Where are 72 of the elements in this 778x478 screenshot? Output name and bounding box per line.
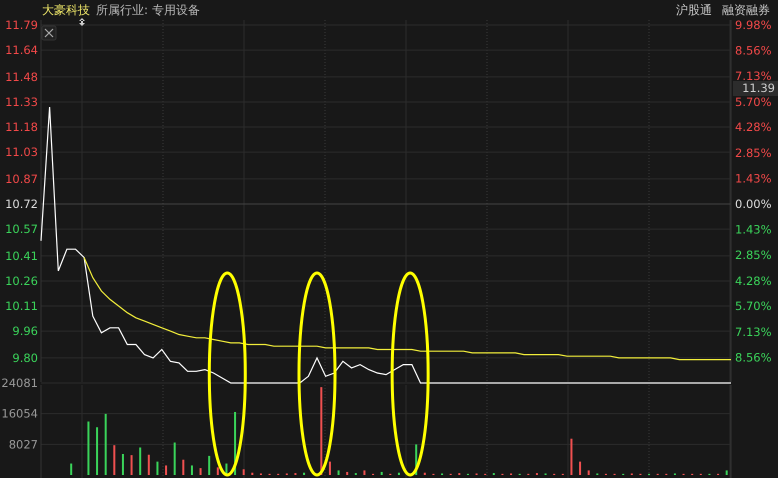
volume-bar	[726, 470, 728, 475]
volume-bar	[130, 455, 133, 475]
current-price-tag: 11.39	[733, 80, 778, 96]
percent-axis-label: 8.56%	[735, 43, 772, 58]
stock-name: 大豪科技	[42, 2, 90, 18]
volume-bar	[588, 470, 590, 475]
volume-bar	[96, 427, 98, 475]
percent-axis-label: 2.85%	[735, 248, 772, 262]
volume-bar	[190, 465, 193, 475]
volume-bar	[148, 454, 150, 475]
volume-bar	[570, 438, 572, 475]
volume-bar	[242, 469, 245, 475]
volume-bar	[398, 472, 400, 475]
volume-bar	[156, 462, 158, 475]
industry-label: 所属行业: 专用设备	[96, 2, 200, 18]
percent-axis-label: 1.43%	[735, 171, 772, 186]
volume-bar	[200, 468, 202, 475]
volume-bar	[104, 414, 107, 475]
volume-axis-label: 8027	[8, 437, 38, 452]
price-axis-label: 9.96	[12, 324, 38, 338]
volume-bar	[174, 442, 176, 475]
volume-bar	[303, 472, 306, 475]
price-axis-label: 9.80	[12, 350, 38, 365]
volume-bar	[216, 467, 219, 475]
price-axis-label: 10.26	[5, 274, 38, 288]
market-tag[interactable]: 融资融券	[722, 2, 770, 18]
volume-bar	[346, 472, 348, 475]
close-icon[interactable]	[42, 26, 56, 40]
price-axis-label: 11.18	[5, 120, 38, 134]
volume-bar	[234, 412, 236, 475]
price-axis-label: 11.64	[5, 43, 38, 58]
percent-axis-label: 0.00%	[735, 197, 772, 211]
percent-axis-label: 8.56%	[735, 350, 772, 365]
market-tag[interactable]: 沪股通	[676, 2, 712, 18]
percent-axis-label: 7.13%	[735, 69, 772, 84]
volume-bar	[328, 462, 331, 475]
volume-bar	[182, 460, 184, 475]
price-axis-label: 11.03	[5, 145, 38, 160]
price-axis-label: 11.33	[5, 94, 38, 109]
cursor-marker-icon[interactable]	[79, 18, 85, 26]
price-axis-label: 10.11	[5, 299, 38, 314]
percent-axis-label: 1.43%	[735, 222, 772, 237]
price-axis-label: 10.87	[5, 172, 38, 186]
volume-bar	[338, 470, 340, 475]
volume-bar	[225, 464, 228, 475]
price-axis-label: 10.72	[5, 197, 38, 211]
percent-axis-label: 2.85%	[735, 146, 772, 160]
volume-bar	[122, 454, 124, 475]
percent-axis-label: 4.28%	[735, 120, 772, 134]
volume-bar	[87, 422, 90, 475]
volume-bar	[579, 462, 582, 475]
volume-axis-label: 24081	[1, 376, 38, 390]
volume-bar	[251, 472, 254, 475]
volume-bar	[380, 472, 383, 475]
volume-bar	[415, 444, 418, 475]
volume-bar	[165, 465, 168, 475]
volume-bar	[70, 464, 72, 475]
price-axis-label: 11.79	[5, 18, 38, 32]
percent-axis-label: 5.70%	[735, 299, 772, 314]
volume-bar	[208, 456, 210, 475]
percent-axis-label: 5.70%	[735, 94, 772, 109]
price-axis-label: 10.41	[5, 248, 38, 263]
price-axis-label: 11.48	[5, 70, 38, 84]
percent-axis-label: 9.98%	[735, 18, 772, 32]
volume-axis-label: 16054	[1, 406, 38, 421]
percent-axis-label: 4.28%	[735, 274, 772, 288]
volume-bar	[424, 472, 426, 475]
volume-bar	[363, 470, 366, 475]
percent-axis-label: 7.13%	[735, 324, 772, 339]
volume-bar	[139, 448, 142, 475]
price-axis-label: 10.57	[5, 222, 38, 236]
volume-bar	[113, 445, 116, 475]
